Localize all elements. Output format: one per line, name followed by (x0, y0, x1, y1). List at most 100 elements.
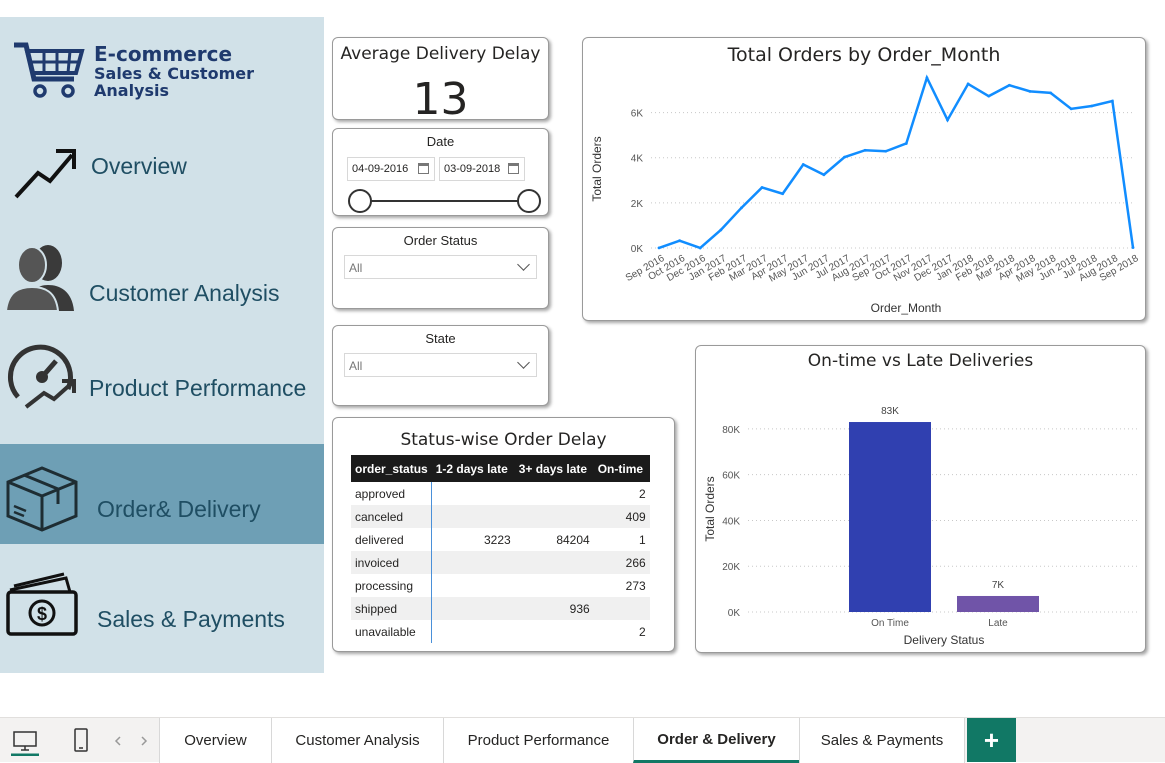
tab-customer-analysis[interactable]: Customer Analysis (271, 718, 443, 763)
orders-by-month-chart-card[interactable]: Total Orders by Order_Month 0K 2K 4K 6K Sep … (582, 37, 1146, 321)
data-point (801, 163, 805, 166)
kpi-value: 13 (412, 74, 469, 125)
navigation-sidebar: E-commerce Sales & Customer Analysis Ove… (0, 17, 324, 673)
tab-sales-payments[interactable]: Sales & Payments (799, 718, 965, 763)
data-point (760, 186, 764, 189)
data-label: 83K (881, 406, 899, 417)
column-header[interactable]: 1-2 days late (431, 455, 515, 482)
table-row[interactable]: invoiced 266 (351, 551, 650, 574)
column-header[interactable]: On-time (593, 455, 650, 482)
date-range-track[interactable] (359, 200, 528, 202)
data-point (843, 155, 846, 159)
trend-arrow-icon (14, 149, 76, 199)
cash-icon: $ (6, 572, 78, 636)
table-cell: 273 (625, 578, 646, 593)
table-title: Status-wise Order Delay (400, 430, 607, 450)
series-line (658, 74, 1135, 250)
ontime-vs-late-chart-card[interactable]: On-time vs Late Deliveries 0K 20K 40K 60K 80… (695, 345, 1146, 653)
add-page-button[interactable]: + (967, 718, 1016, 762)
order-status-dropdown[interactable]: All (344, 255, 537, 279)
data-point (1028, 89, 1032, 93)
data-point (1069, 107, 1073, 111)
table-cell: canceled (351, 505, 433, 528)
order-status-slicer-title: Order Status (403, 233, 478, 248)
date-slicer[interactable]: Date 04-09-2016 03-09-2018 (332, 128, 549, 216)
table-cell (432, 620, 515, 643)
table-row[interactable]: canceled 409 (351, 505, 650, 528)
start-date-input[interactable]: 04-09-2016 (347, 157, 435, 181)
data-point (740, 206, 743, 210)
chevron-down-icon[interactable] (517, 258, 530, 271)
tab-product-performance[interactable]: Product Performance (443, 718, 633, 763)
data-point (1090, 104, 1094, 108)
nav-label-product-performance: Product Performance (89, 375, 307, 401)
tab-overview[interactable]: Overview (159, 718, 271, 763)
table-cell (432, 482, 515, 505)
logo-line-2: Sales & Customer (94, 64, 254, 83)
table-cell: invoiced (351, 551, 433, 574)
y-tick-label: 0K (728, 608, 741, 619)
table-cell (431, 597, 515, 620)
state-slicer[interactable]: State All (332, 325, 549, 406)
range-end-handle[interactable] (517, 189, 541, 213)
svg-text:$: $ (37, 604, 47, 624)
chevron-left-icon[interactable] (108, 726, 128, 756)
table-header-row: order_status 1-2 days late 3+ days late … (351, 455, 650, 482)
table-cell: 1 (639, 532, 646, 547)
calendar-icon[interactable] (418, 163, 429, 174)
data-label: 7K (992, 580, 1005, 591)
chevron-right-icon[interactable] (134, 726, 154, 756)
table-cell: processing (351, 574, 433, 597)
desktop-view-icon[interactable] (10, 726, 40, 756)
nav-item-overview[interactable]: Overview (0, 117, 324, 217)
report-canvas: E-commerce Sales & Customer Analysis Ove… (0, 17, 1165, 673)
data-point (966, 82, 970, 86)
state-dropdown[interactable]: All (344, 353, 537, 377)
data-point (678, 239, 682, 243)
data-point (719, 228, 723, 232)
table-row[interactable]: delivered 3223 84204 1 (351, 528, 650, 551)
nav-label-sales-payments: Sales & Payments (97, 606, 285, 632)
data-point (1131, 246, 1135, 250)
table-row[interactable]: unavailable 2 (351, 620, 650, 643)
table-row[interactable]: processing 273 (351, 574, 650, 597)
data-point (822, 173, 826, 177)
mobile-view-icon[interactable] (66, 726, 96, 756)
data-point (925, 76, 929, 80)
range-start-handle[interactable] (348, 189, 372, 213)
kpi-card-delivery-delay[interactable]: Average Delivery Delay 13 (332, 37, 549, 125)
column-header[interactable]: 3+ days late (514, 455, 594, 482)
table-cell: 409 (593, 505, 650, 528)
nav-item-product-performance[interactable]: Product Performance (0, 329, 324, 429)
y-tick-label: 60K (722, 471, 740, 482)
table-cell (515, 482, 594, 505)
end-date-input[interactable]: 03-09-2018 (439, 157, 525, 181)
nav-item-customer-analysis[interactable]: Customer Analysis (0, 227, 324, 327)
data-point (1007, 83, 1011, 87)
calendar-icon[interactable] (508, 163, 519, 174)
table-cell: shipped (351, 597, 433, 620)
nav-item-sales-payments[interactable]: $ Sales & Payments (0, 554, 324, 654)
date-slicer-title: Date (426, 134, 455, 149)
table-cell (515, 620, 594, 643)
data-point (987, 94, 991, 98)
package-box-icon (6, 466, 78, 532)
y-tick-label: 2K (631, 199, 644, 210)
data-point (781, 192, 785, 196)
order-status-slicer[interactable]: Order Status All (332, 227, 549, 309)
table-cell: 3223 (484, 532, 511, 547)
tab-order-delivery[interactable]: Order & Delivery (633, 718, 799, 763)
orders-by-month-line-chart: 0K2K4K6KSep 2016Oct 2016Dec 2016Jan 2017… (590, 74, 1141, 315)
nav-item-order-delivery[interactable]: Order& Delivery (0, 444, 324, 544)
data-point (698, 246, 702, 250)
table-row[interactable]: shipped 936 (351, 597, 650, 620)
table-cell (431, 551, 515, 574)
start-date-value: 04-09-2016 (352, 163, 409, 175)
chevron-down-icon[interactable] (517, 356, 530, 369)
table-cell: approved (351, 482, 433, 505)
column-header[interactable]: order_status (351, 455, 432, 482)
data-point (884, 149, 888, 153)
table-row[interactable]: approved 2 (351, 482, 650, 505)
status-delay-table-card[interactable]: Status-wise Order Delay order_status 1-2… (332, 417, 675, 652)
people-icon (4, 245, 74, 312)
